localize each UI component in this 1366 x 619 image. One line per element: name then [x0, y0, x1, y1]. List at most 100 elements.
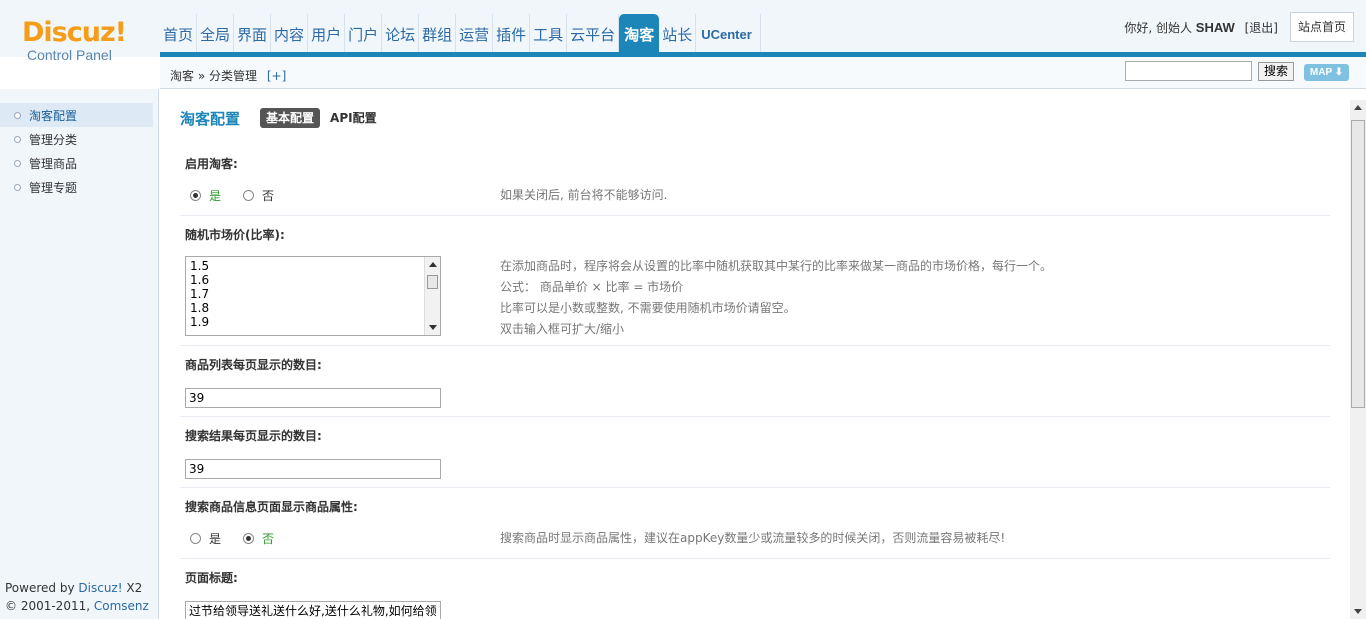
- search-button[interactable]: 搜索: [1258, 62, 1294, 81]
- scroll-up-icon[interactable]: [429, 262, 437, 267]
- tip-line: 比率可以是小数或整数, 不需要使用随机市场价请留空。: [500, 301, 796, 315]
- tab-basic-config[interactable]: 基本配置: [260, 108, 321, 128]
- scroll-down-icon[interactable]: [1354, 609, 1362, 614]
- nav-cloud[interactable]: 云平台: [567, 14, 620, 56]
- nav-tools[interactable]: 工具: [530, 14, 568, 56]
- sidebar-item-taoke-config[interactable]: 淘客配置: [0, 103, 153, 127]
- sidebar-item-label: 管理分类: [29, 132, 78, 147]
- sidebar-item-label: 淘客配置: [29, 108, 78, 123]
- nav-taoke[interactable]: 淘客: [619, 14, 660, 56]
- enable-no-label[interactable]: 否: [262, 187, 274, 204]
- ratio-line: 1.5: [190, 259, 210, 273]
- search-input[interactable]: [1125, 61, 1252, 81]
- map-label: MAP: [1309, 67, 1332, 78]
- show-attributes-yes-label[interactable]: 是: [209, 530, 221, 547]
- breadcrumb: 淘客 » 分类管理 [+]: [170, 67, 286, 84]
- show-attributes-tip: 搜索商品时显示商品属性，建议在appKey数量少或流量较多的时候关闭，否则流量容…: [500, 531, 1006, 545]
- side-menu: 淘客配置 管理分类 管理商品 管理专题: [0, 103, 153, 199]
- sidebar-item-manage-categories[interactable]: 管理分类: [0, 127, 153, 151]
- scroll-down-icon[interactable]: [429, 325, 437, 330]
- footer-copyright: © 2001-2011,: [5, 599, 91, 613]
- nav-content[interactable]: 内容: [271, 14, 309, 56]
- textarea-scrollbar[interactable]: [424, 257, 440, 335]
- discuz-logo[interactable]: Discuz! Control Panel: [22, 18, 132, 68]
- page-title-label: 页面标题:: [185, 571, 238, 585]
- show-attributes-no-label[interactable]: 否: [262, 530, 274, 547]
- search-per-page-label: 搜索结果每页显示的数目:: [185, 429, 322, 443]
- bullet-icon: [14, 183, 21, 191]
- section-list-per-page: 商品列表每页显示的数目: 39: [180, 356, 1330, 417]
- sidebar-item-label: 管理专题: [29, 180, 78, 195]
- tip-line: 公式： 商品单价 × 比率 = 市场价: [500, 280, 684, 294]
- nav-home[interactable]: 首页: [160, 14, 198, 56]
- site-home-button[interactable]: 站点首页: [1290, 12, 1354, 42]
- show-attributes-label: 搜索商品信息页面显示商品属性:: [185, 500, 358, 514]
- show-attributes-no-radio[interactable]: [243, 533, 255, 544]
- list-per-page-label: 商品列表每页显示的数目:: [185, 358, 322, 372]
- scroll-thumb[interactable]: [427, 275, 438, 289]
- enable-radio-group: 是 否: [190, 187, 296, 204]
- nav-interface[interactable]: 界面: [234, 14, 272, 56]
- logo-brand: Discuz!: [22, 17, 127, 48]
- nav-portal[interactable]: 门户: [345, 14, 383, 56]
- footer-version: X2: [126, 581, 143, 595]
- section-search-per-page: 搜索结果每页显示的数目: 39: [180, 427, 1330, 488]
- footer-brand-link[interactable]: Discuz!: [78, 581, 122, 595]
- top-nav: 首页 全局 界面 内容 用户 门户 论坛 群组 运营 插件 工具 云平台 淘客 …: [160, 14, 761, 56]
- breadcrumb-root[interactable]: 淘客: [170, 69, 194, 83]
- sidebar-item-label: 管理商品: [29, 156, 78, 171]
- page-title-input[interactable]: 过节给领导送礼送什么好,送什么礼物,如何给领: [185, 601, 441, 619]
- logout-link[interactable]: [退出]: [1245, 21, 1278, 35]
- tab-api-config[interactable]: API配置: [324, 108, 383, 128]
- section-random-price: 随机市场价(比率): 1.5 1.6 1.7 1.8 1.9 在添加商品时，程序…: [180, 226, 1330, 346]
- nav-forum[interactable]: 论坛: [382, 14, 420, 56]
- breadcrumb-current: 分类管理: [209, 69, 258, 83]
- subheader: 淘客 » 分类管理 [+] 搜索 MAP ⬇: [160, 57, 1366, 89]
- random-price-textarea[interactable]: 1.5 1.6 1.7 1.8 1.9: [185, 256, 441, 336]
- sidebar-item-manage-products[interactable]: 管理商品: [0, 151, 153, 175]
- nav-global[interactable]: 全局: [197, 14, 235, 56]
- breadcrumb-separator: »: [197, 69, 206, 83]
- nav-users[interactable]: 用户: [308, 14, 346, 56]
- main-content: 淘客配置 基本配置 API配置 启用淘客: 是 否 如果关闭后, 前台将不能够访…: [160, 90, 1350, 619]
- greeting-text: 你好, 创始人: [1124, 21, 1192, 35]
- enable-no-radio[interactable]: [243, 190, 255, 201]
- page-scrollbar[interactable]: [1350, 100, 1366, 619]
- nav-webmaster[interactable]: 站长: [659, 14, 697, 56]
- user-info: 你好, 创始人 SHAW [退出]: [1124, 19, 1278, 36]
- enable-label: 启用淘客:: [185, 157, 238, 171]
- header: Discuz! Control Panel 首页 全局 界面 内容 用户 门户 …: [0, 0, 1366, 62]
- logo-subtitle: Control Panel: [27, 47, 112, 63]
- show-attributes-radio-group: 是 否: [190, 530, 296, 547]
- username: SHAW: [1195, 20, 1235, 35]
- search-per-page-input[interactable]: 39: [185, 459, 441, 479]
- ratio-line: 1.8: [190, 301, 210, 315]
- random-price-tips: 在添加商品时，程序将会从设置的比率中随机获取其中某行的比率来做某一商品的市场价格…: [500, 256, 1052, 340]
- map-button[interactable]: MAP ⬇: [1304, 64, 1349, 81]
- footer-powered: Powered by: [5, 581, 75, 595]
- nav-ucenter[interactable]: UCenter: [696, 14, 761, 56]
- tip-line: 双击输入框可扩大/缩小: [500, 322, 625, 336]
- section-enable: 启用淘客: 是 否 如果关闭后, 前台将不能够访问.: [180, 155, 1330, 216]
- arrow-down-icon: ⬇: [1334, 67, 1344, 78]
- tabs-row: 淘客配置 基本配置 API配置: [180, 107, 387, 129]
- random-price-lines: 1.5 1.6 1.7 1.8 1.9: [190, 259, 209, 329]
- enable-yes-radio[interactable]: [190, 190, 201, 201]
- section-show-attributes: 搜索商品信息页面显示商品属性: 是 否 搜索商品时显示商品属性，建议在appKe…: [180, 498, 1330, 559]
- ratio-line: 1.9: [190, 315, 210, 329]
- scroll-thumb[interactable]: [1351, 120, 1365, 408]
- nav-operations[interactable]: 运营: [456, 14, 494, 56]
- scroll-up-icon[interactable]: [1354, 105, 1362, 110]
- nav-plugins[interactable]: 插件: [493, 14, 531, 56]
- enable-yes-label[interactable]: 是: [209, 187, 221, 204]
- ratio-line: 1.7: [190, 287, 210, 301]
- sidebar-item-manage-topics[interactable]: 管理专题: [0, 175, 153, 199]
- list-per-page-input[interactable]: 39: [185, 388, 441, 408]
- random-price-label: 随机市场价(比率):: [185, 228, 285, 242]
- show-attributes-yes-radio[interactable]: [190, 533, 201, 544]
- nav-groups[interactable]: 群组: [419, 14, 457, 56]
- tip-line: 在添加商品时，程序将会从设置的比率中随机获取其中某行的比率来做某一商品的市场价格…: [500, 259, 1053, 273]
- enable-tip: 如果关闭后, 前台将不能够访问.: [500, 188, 668, 202]
- add-favorite-link[interactable]: [+]: [267, 69, 286, 83]
- ratio-line: 1.6: [190, 273, 210, 287]
